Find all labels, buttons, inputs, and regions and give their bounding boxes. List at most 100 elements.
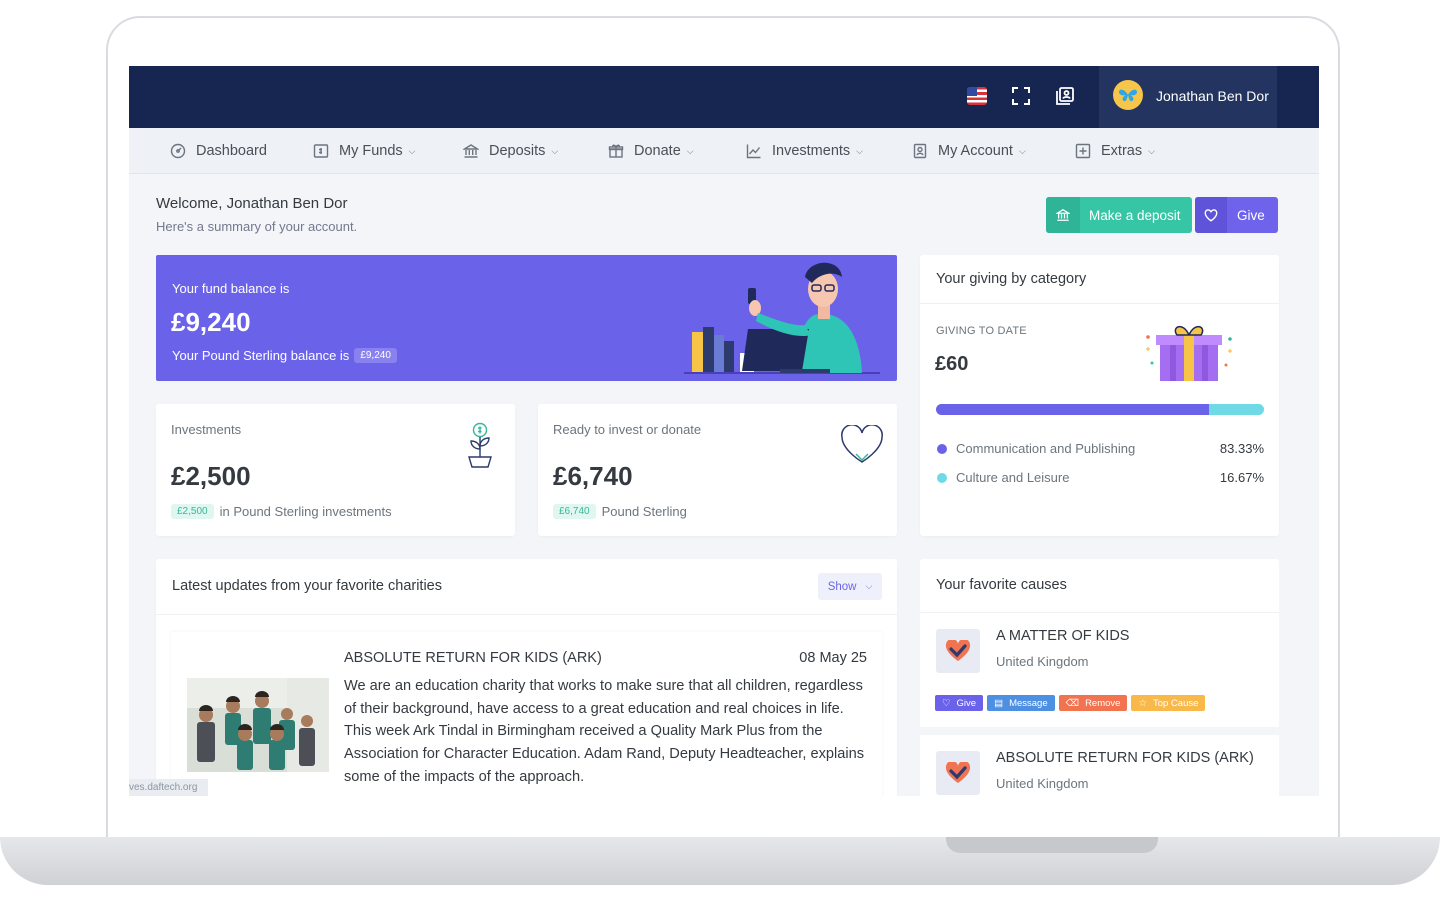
heart-icon: ♡ <box>942 697 951 709</box>
nav-deposits[interactable]: Deposits ⌵ <box>463 142 558 160</box>
chevron-down-icon: ⌵ <box>856 145 863 156</box>
give-label: Give <box>1237 207 1265 223</box>
cause-actions: ♡ Give ▤ Message ⌫ Remove ☆ Top Cause <box>935 695 1206 711</box>
chevron-down-icon: ⌵ <box>551 145 559 156</box>
nav-my-account[interactable]: My Account ⌵ <box>912 142 1026 160</box>
ready-label: Ready to invest or donate <box>553 422 702 437</box>
chevron-down-icon: ⌵ <box>408 145 416 156</box>
progress-segment-2 <box>1209 404 1264 415</box>
person-laptop-illustration <box>684 262 880 374</box>
cause-top-cause-button[interactable]: ☆ Top Cause <box>1131 695 1206 711</box>
page-subtitle: Here's a summary of your account. <box>156 219 358 234</box>
money-plant-icon <box>468 422 492 468</box>
nav-label: My Funds <box>339 143 403 159</box>
card-header: Latest updates from your favorite charit… <box>156 559 897 615</box>
cause-logo <box>936 629 980 673</box>
legend-item: Culture and Leisure 16.67% <box>936 469 1264 487</box>
give-button[interactable]: Give <box>1195 197 1278 233</box>
avatar <box>1113 80 1143 110</box>
nav-dashboard[interactable]: Dashboard <box>170 142 267 160</box>
update-charity-name[interactable]: ABSOLUTE RETURN FOR KIDS (ARK) <box>344 650 602 666</box>
nav-label: Deposits <box>489 143 546 159</box>
heart-outline-icon <box>841 425 883 463</box>
bank-icon <box>463 144 479 158</box>
chevron-down-icon: ⌵ <box>1148 145 1155 156</box>
nav-donate[interactable]: Donate ⌵ <box>608 142 694 160</box>
butterfly-icon <box>1119 89 1137 102</box>
gauge-icon <box>170 143 186 159</box>
status-bar-url: ves.daftech.org <box>129 779 208 796</box>
giving-by-category-card: Your giving by category GIVING TO DATE £… <box>920 255 1279 536</box>
legend-name: Communication and Publishing <box>956 441 1136 456</box>
laptop-notch <box>946 837 1158 853</box>
children-photo <box>187 678 329 772</box>
gift-icon <box>608 144 624 158</box>
show-dropdown[interactable]: Show ⌵ <box>818 573 882 600</box>
nav-extras[interactable]: Extras ⌵ <box>1075 142 1155 160</box>
trash-icon: ⌫ <box>1065 697 1080 709</box>
cause-name[interactable]: A MATTER OF KIDS <box>996 628 1129 644</box>
fullscreen-icon[interactable] <box>1011 86 1031 106</box>
cause-give-label: Give <box>956 697 977 709</box>
cause-top-cause-label: Top Cause <box>1152 697 1199 709</box>
user-name: Jonathan Ben Dor <box>1156 88 1269 104</box>
show-label: Show <box>827 580 857 593</box>
contacts-icon[interactable] <box>1055 86 1075 106</box>
investments-card: Investments £2,500 £2,500 in Pound Sterl… <box>156 404 515 536</box>
cause-name[interactable]: ABSOLUTE RETURN FOR KIDS (ARK) <box>996 750 1254 766</box>
heart-check-icon <box>945 640 971 661</box>
investments-amount: £2,500 <box>171 461 251 491</box>
legend-name: Culture and Leisure <box>956 470 1070 485</box>
legend-value: 16.67% <box>1219 470 1264 485</box>
investments-sub-label: in Pound Sterling investments <box>219 504 392 519</box>
heart-check-icon <box>945 762 971 783</box>
ready-amount: £6,740 <box>553 461 633 491</box>
make-deposit-label: Make a deposit <box>1089 207 1181 223</box>
investments-sub: £2,500 in Pound Sterling investments <box>171 504 392 519</box>
chevron-down-icon: ⌵ <box>1018 145 1026 156</box>
plus-square-icon <box>1075 143 1091 159</box>
update-photo <box>187 678 329 772</box>
causes-title: Your favorite causes <box>936 577 1067 593</box>
cause-country: United Kingdom <box>996 776 1089 791</box>
giving-progress-bar <box>936 404 1264 415</box>
cause-message-button[interactable]: ▤ Message <box>987 695 1055 711</box>
nav-my-funds[interactable]: My Funds ⌵ <box>313 142 416 160</box>
page-title: Welcome, Jonathan Ben Dor <box>156 195 348 212</box>
ready-badge: £6,740 <box>553 504 596 519</box>
update-item[interactable]: ABSOLUTE RETURN FOR KIDS (ARK) 08 May 25… <box>171 632 882 796</box>
legend-value: 83.33% <box>1219 441 1264 456</box>
giving-title: Your giving by category <box>936 271 1087 287</box>
investments-label: Investments <box>171 422 242 437</box>
cause-item[interactable]: ABSOLUTE RETURN FOR KIDS (ARK) United Ki… <box>920 735 1279 796</box>
balance-sub: Your Pound Sterling balance is £9,240 <box>172 348 397 363</box>
user-menu[interactable]: Jonathan Ben Dor <box>1099 66 1277 128</box>
nav-investments[interactable]: Investments ⌵ <box>746 142 863 160</box>
card-header: Your favorite causes <box>920 559 1279 612</box>
balance-label: Your fund balance is <box>172 281 290 296</box>
balance-badge: £9,240 <box>354 348 397 363</box>
giving-label: GIVING TO DATE <box>936 325 1027 337</box>
cause-remove-button[interactable]: ⌫ Remove <box>1058 695 1128 711</box>
chevron-down-icon: ⌵ <box>686 145 694 156</box>
main-nav: Dashboard My Funds ⌵ Deposits ⌵ Donate ⌵… <box>129 128 1319 174</box>
nav-label: My Account <box>938 143 1013 159</box>
make-deposit-button[interactable]: Make a deposit <box>1046 197 1192 233</box>
cause-item[interactable]: A MATTER OF KIDS United Kingdom ♡ Give ▤… <box>920 613 1279 727</box>
favorite-causes-panel: Your favorite causes A MATTER OF KIDS Un… <box>920 559 1279 796</box>
balance-amount: £9,240 <box>171 307 251 337</box>
us-flag-icon[interactable] <box>967 87 987 105</box>
cause-message-label: Message <box>1009 697 1048 709</box>
legend-dot <box>937 473 947 483</box>
updates-title: Latest updates from your favorite charit… <box>172 578 442 594</box>
legend-dot <box>937 444 947 454</box>
nav-label: Investments <box>772 143 851 159</box>
nav-label: Donate <box>634 143 681 159</box>
bank-icon <box>1046 197 1080 233</box>
line-chart-icon <box>746 144 761 159</box>
update-text: We are an education charity that works t… <box>344 678 864 785</box>
cause-country: United Kingdom <box>996 654 1089 669</box>
cause-give-button[interactable]: ♡ Give <box>935 695 984 711</box>
card-header: Your giving by category <box>920 255 1279 304</box>
wallet-icon <box>313 144 329 158</box>
